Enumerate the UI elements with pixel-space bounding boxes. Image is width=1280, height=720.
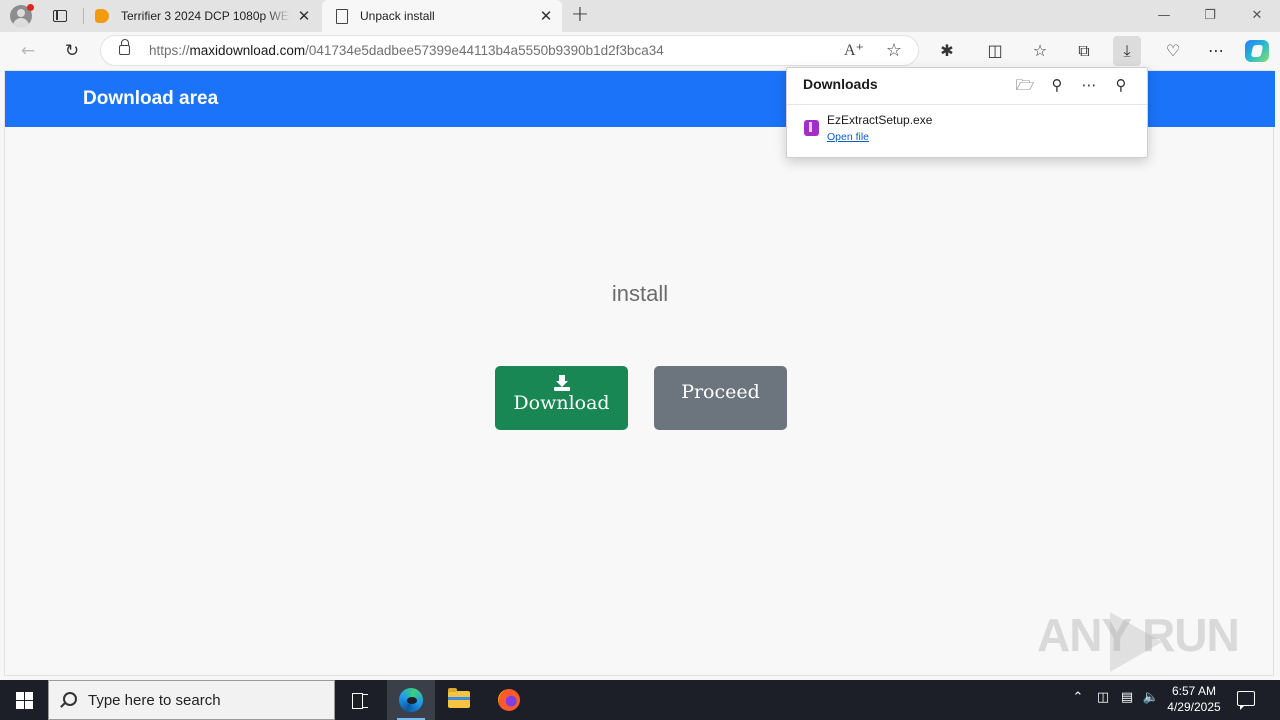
profile-notification-dot xyxy=(27,4,34,11)
tab-unpack-install[interactable]: Unpack install ✕ xyxy=(322,0,562,32)
more-options-icon[interactable]: ⋯ xyxy=(1078,74,1100,96)
tab-terrifier[interactable]: Terrifier 3 2024 DCP 1080p WEBRip ✕ xyxy=(86,0,320,32)
tab-title: Terrifier 3 2024 DCP 1080p WEBRip xyxy=(121,9,291,23)
firefox-icon xyxy=(498,689,520,711)
download-arrow-icon xyxy=(553,375,570,391)
page-icon xyxy=(336,8,348,24)
panel-divider xyxy=(787,104,1147,105)
download-file-name[interactable]: EzExtractSetup.exe xyxy=(827,113,932,127)
notifications-icon[interactable] xyxy=(1237,691,1255,710)
taskbar-clock[interactable]: 6:57 AM 4/29/2025 xyxy=(1160,683,1228,715)
clock-time: 6:57 AM xyxy=(1171,684,1217,698)
collections-icon[interactable]: ⧉ xyxy=(1070,38,1098,64)
taskbar-search-box[interactable]: Type here to search xyxy=(48,680,335,720)
lock-icon[interactable] xyxy=(119,39,130,55)
refresh-icon[interactable]: ↻ xyxy=(59,38,85,64)
watermark-text: ANY RUN xyxy=(1037,609,1240,661)
close-window-button[interactable]: ✕ xyxy=(1234,0,1280,32)
download-button-label: Download xyxy=(513,392,610,414)
download-button[interactable]: Download xyxy=(495,366,628,430)
tab-strip: Terrifier 3 2024 DCP 1080p WEBRip ✕ Unpa… xyxy=(0,0,1280,32)
web-page: Download area install Download Proceed xyxy=(4,70,1275,676)
tab-favicon-icon xyxy=(95,9,109,23)
tab-separator xyxy=(83,8,84,24)
split-screen-icon[interactable]: ◫ xyxy=(981,38,1009,64)
read-aloud-icon[interactable]: A⁺ xyxy=(843,40,865,62)
search-downloads-icon[interactable]: ⚲ xyxy=(1046,74,1068,96)
url-text[interactable]: https://maxidownload.com/041734e5dadbee5… xyxy=(149,43,664,58)
device-icon[interactable]: ◫ xyxy=(1093,690,1113,705)
new-tab-button[interactable]: + xyxy=(568,4,592,28)
exe-file-icon xyxy=(804,120,819,136)
browser-toolbar: ← ↻ https://maxidownload.com/041734e5dad… xyxy=(0,32,1280,70)
tab-title: Unpack install xyxy=(360,9,435,23)
downloads-icon[interactable]: ⤓ xyxy=(1113,36,1141,66)
minimize-button[interactable]: — xyxy=(1141,0,1187,32)
volume-icon[interactable]: 🔈 xyxy=(1141,690,1161,705)
tab-close-icon[interactable]: ✕ xyxy=(538,8,554,24)
extensions-icon[interactable]: ✱ xyxy=(933,38,961,64)
show-hidden-icons-icon[interactable]: ⌃ xyxy=(1068,690,1088,705)
url-host: maxidownload.com xyxy=(189,43,306,58)
favorites-icon[interactable]: ☆ xyxy=(1026,38,1054,64)
browser-essentials-icon[interactable]: ♡ xyxy=(1159,38,1187,64)
proceed-button[interactable]: Proceed xyxy=(654,366,787,430)
restore-button[interactable]: ❐ xyxy=(1187,0,1233,32)
edge-icon xyxy=(399,688,423,712)
open-folder-icon[interactable]: 🗁 xyxy=(1014,74,1036,96)
clock-date: 4/29/2025 xyxy=(1167,700,1221,714)
downloads-title: Downloads xyxy=(803,76,878,92)
task-view-button[interactable] xyxy=(336,680,384,720)
start-button[interactable] xyxy=(0,680,48,720)
url-path: /041734e5dadbee57399e44113b4a5550b9390b1… xyxy=(305,43,664,58)
tab-actions-icon[interactable] xyxy=(50,6,70,26)
open-file-link[interactable]: Open file xyxy=(827,131,869,143)
network-icon[interactable]: ▤ xyxy=(1117,690,1137,705)
search-placeholder: Type here to search xyxy=(88,692,221,709)
edge-taskbar-button[interactable] xyxy=(387,680,435,720)
firefox-button[interactable] xyxy=(485,680,533,720)
search-icon xyxy=(63,692,77,706)
settings-more-icon[interactable]: ⋯ xyxy=(1202,38,1230,64)
install-text: install xyxy=(611,281,669,306)
copilot-icon[interactable] xyxy=(1245,40,1269,62)
task-view-icon xyxy=(352,692,368,709)
address-bar[interactable]: https://maxidownload.com/041734e5dadbee5… xyxy=(100,35,919,66)
folder-icon xyxy=(448,688,470,708)
file-explorer-button[interactable] xyxy=(435,680,483,720)
url-scheme: https:// xyxy=(149,43,190,58)
favorite-star-icon[interactable]: ☆ xyxy=(883,40,905,62)
pin-icon[interactable]: ⚲ xyxy=(1110,74,1132,96)
tab-close-icon[interactable]: ✕ xyxy=(296,8,312,24)
downloads-panel: Downloads 🗁 ⚲ ⋯ ⚲ EzExtractSetup.exe Ope… xyxy=(786,67,1148,158)
back-icon[interactable]: ← xyxy=(15,38,41,64)
taskbar: Type here to search ⌃ ◫ ▤ 🔈 6:57 AM 4/29… xyxy=(0,680,1280,720)
page-title: Download area xyxy=(83,88,219,109)
